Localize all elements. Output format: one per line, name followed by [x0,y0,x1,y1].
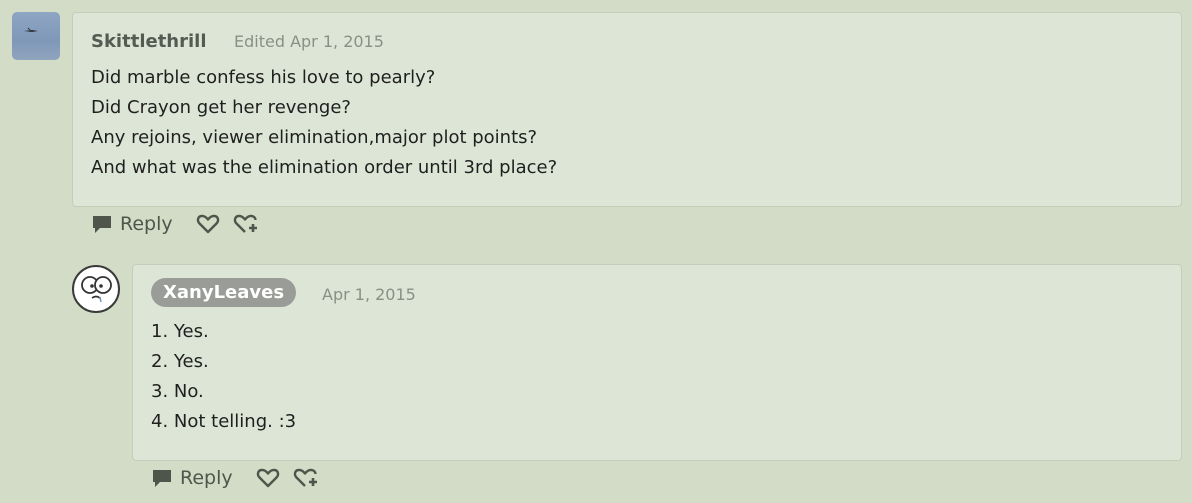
comment-line: 2. Yes. [151,351,209,372]
comment-actions: Reply [91,212,261,236]
avatar[interactable] [72,265,120,313]
avatar[interactable] [12,12,60,60]
reply-button[interactable]: Reply [91,213,173,235]
comment-xanyleaves: XanyLeaves Apr 1, 2015 1. Yes. 2. Yes. 3… [0,250,1192,503]
comment-card: XanyLeaves Apr 1, 2015 1. Yes. 2. Yes. 3… [132,264,1182,461]
bird-in-sky-avatar-icon [24,27,38,32]
comment-card: Skittlethrill Edited Apr 1, 2015 Did mar… [72,12,1182,207]
comment-body: Did marble confess his love to pearly? D… [91,63,557,183]
like-button[interactable] [196,213,220,235]
reply-label: Reply [120,213,173,235]
comment-line: 4. Not telling. :3 [151,411,297,432]
comment-line: 1. Yes. [151,321,209,342]
heart-plus-icon [293,468,317,487]
heart-plus-icon [233,214,257,233]
speech-bubble-icon [93,216,111,233]
like-button[interactable] [256,467,280,489]
reply-label: Reply [180,467,233,489]
comment-line: And what was the elimination order until… [91,157,558,178]
comment-skittlethrill: Skittlethrill Edited Apr 1, 2015 Did mar… [0,0,1192,245]
timestamp[interactable]: Edited Apr 1, 2015 [234,32,384,51]
author-name[interactable]: XanyLeaves [151,278,297,307]
add-reaction-button[interactable] [233,212,261,236]
add-reaction-button[interactable] [293,466,321,490]
author-name[interactable]: Skittlethrill [91,31,207,52]
comment-line: Any rejoins, viewer elimination,major pl… [91,127,538,148]
heart-icon [256,468,279,488]
heart-icon [196,214,219,234]
comment-line: Did Crayon get her revenge? [91,97,351,118]
timestamp[interactable]: Apr 1, 2015 [322,285,416,304]
comment-line: 3. No. [151,381,204,402]
comment-actions: Reply [151,466,321,490]
reply-button[interactable]: Reply [151,467,233,489]
speech-bubble-icon [153,470,171,487]
cartoon-face-avatar-icon [81,276,112,303]
comment-line: Did marble confess his love to pearly? [91,67,436,88]
comment-body: 1. Yes. 2. Yes. 3. No. 4. Not telling. :… [151,317,296,437]
